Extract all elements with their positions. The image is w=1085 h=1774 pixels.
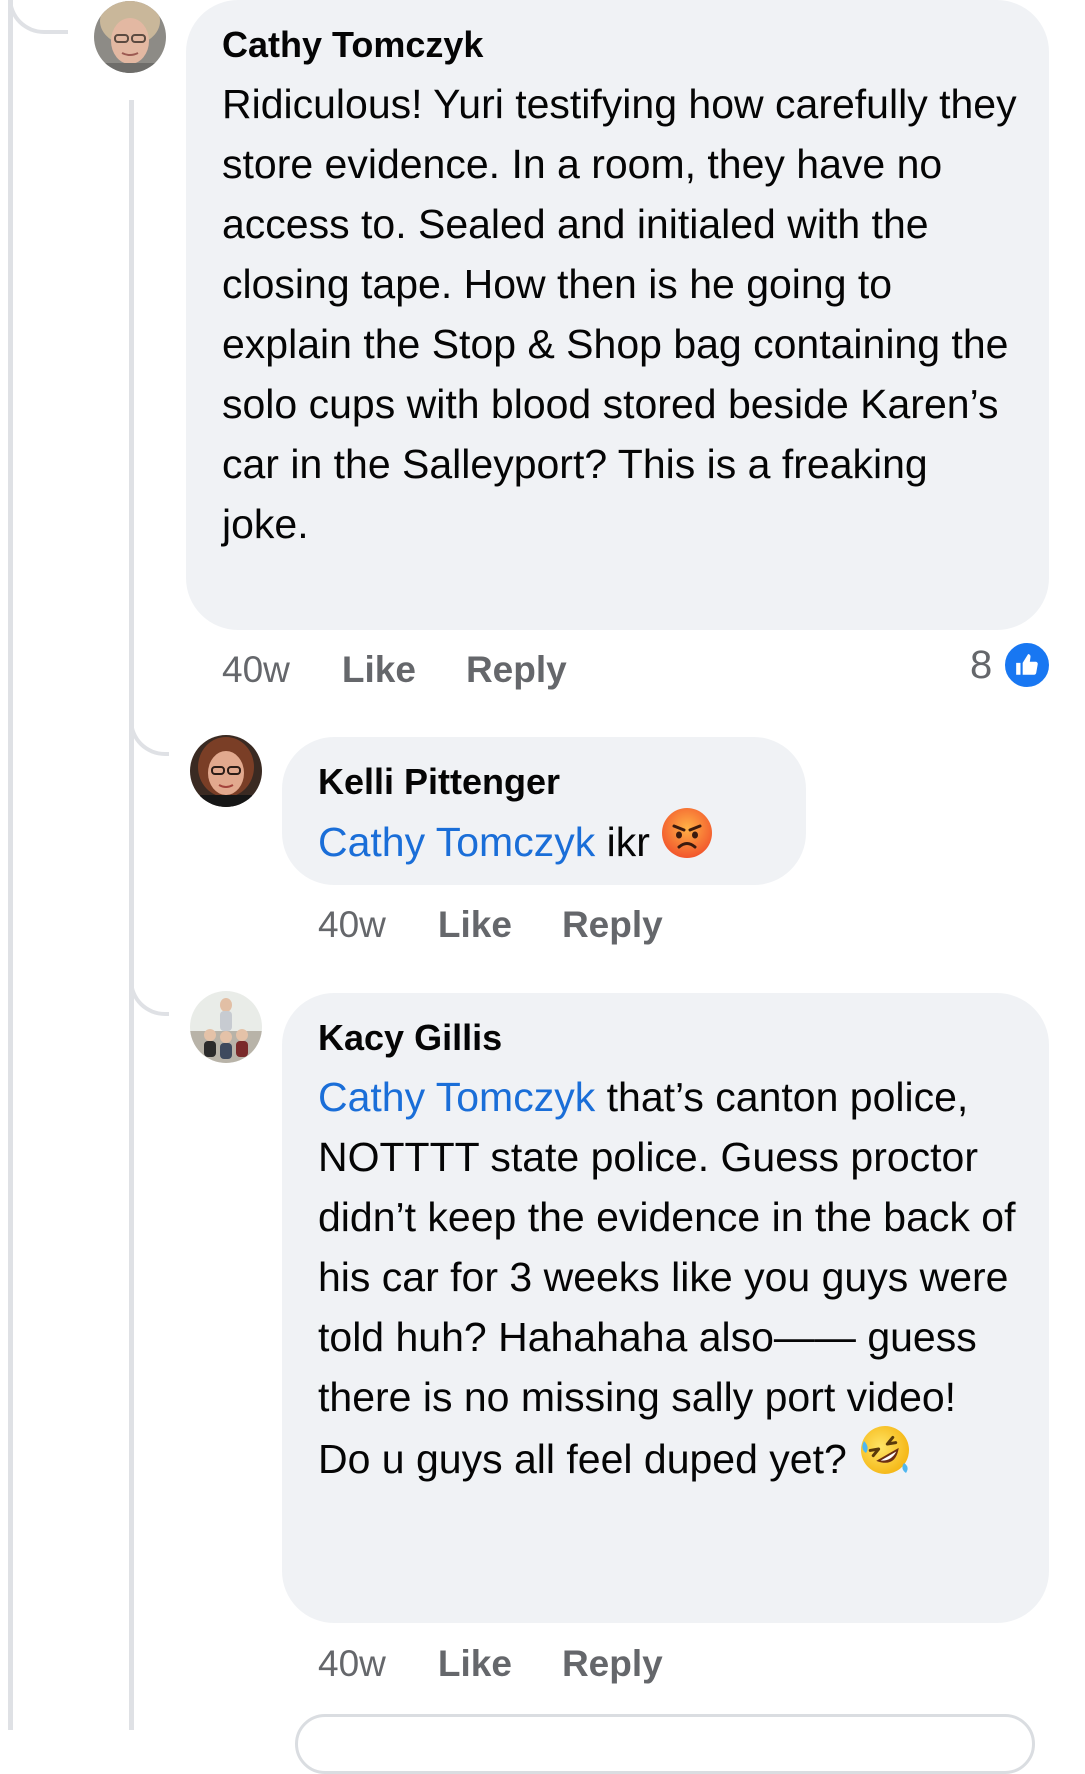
reply-button[interactable]: Reply [466,649,567,691]
comment-actions: 40w Like Reply [222,646,617,694]
reply-thread-connector-2 [129,960,169,1016]
profile-photo-icon [190,735,262,807]
mention-link[interactable]: Cathy Tomczyk [318,1074,595,1120]
angry-face-emoji-icon [661,807,713,875]
comment-author[interactable]: Kacy Gillis [318,1017,1019,1059]
like-icon [1002,640,1053,690]
comment-author[interactable]: Cathy Tomczyk [222,24,1019,66]
profile-photo-icon [190,991,262,1063]
comment-author[interactable]: Kelli Pittenger [318,761,776,803]
reply-button[interactable]: Reply [562,904,663,946]
reaction-count: 8 [970,642,993,687]
comment-timestamp[interactable]: 40w [222,649,290,691]
rolling-on-floor-laughing-emoji-icon [858,1423,912,1493]
like-button[interactable]: Like [438,1643,512,1685]
reaction-summary[interactable]: 8 [970,640,1053,690]
comment-bubble: Kacy Gillis Cathy Tomczyk that’s canton … [282,993,1049,1623]
profile-photo-icon [94,1,166,73]
comment-bubble: Kelli Pittenger Cathy Tomczyk ikr [282,737,806,885]
comment-text: Ridiculous! Yuri testifying how carefull… [222,81,1017,547]
comment-text: Cathy Tomczyk ikr [318,808,776,879]
mention-link[interactable]: Cathy Tomczyk [318,819,595,865]
comment-bubble: Cathy Tomczyk Ridiculous! Yuri testifyin… [186,0,1049,630]
reply-button[interactable]: Reply [562,1643,663,1685]
like-button[interactable]: Like [438,904,512,946]
comment-text-body: that’s canton police, NOTTTT state polic… [318,1074,1016,1482]
comment-actions: 40w Like Reply [318,1640,713,1688]
reply-thread-connector-1 [129,700,169,756]
reply-thread-line [129,100,134,1730]
comment-timestamp[interactable]: 40w [318,1643,386,1685]
comment-actions: 40w Like Reply [318,901,713,949]
comment-text: Cathy Tomczyk that’s canton police, NOTT… [318,1067,1018,1497]
reply-input-box[interactable] [295,1714,1035,1774]
like-button[interactable]: Like [342,649,416,691]
comment-timestamp[interactable]: 40w [318,904,386,946]
comment-text-body: ikr [606,818,650,865]
avatar-kelli-pittenger[interactable] [190,735,262,807]
avatar-cathy-tomczyk[interactable] [94,1,166,73]
avatar-kacy-gillis[interactable] [190,991,262,1063]
parent-thread-line [8,0,13,1730]
parent-thread-connector [8,0,68,34]
